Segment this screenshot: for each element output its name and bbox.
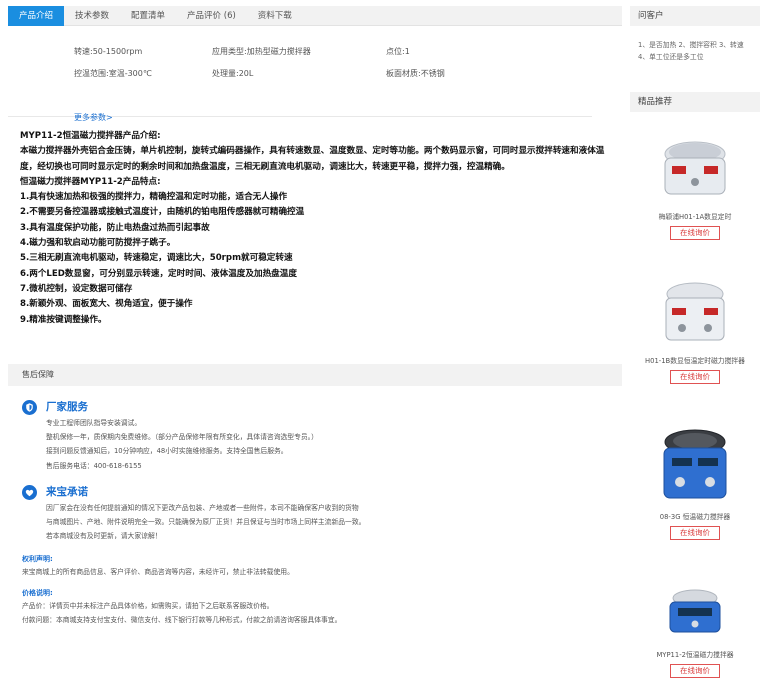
product-image[interactable]	[650, 420, 740, 512]
spec-panel-material: 板面材质:不锈钢	[386, 68, 445, 78]
desc-paragraph: 本磁力搅拌器外壳铝合金压铸，单片机控制，旋转式编码器操作，具有转速数显、温度数显…	[20, 146, 605, 172]
desc-feature: 4.磁力强和软启动功能可防搅拌子跳子。	[20, 238, 176, 249]
desc-feature: 7.微机控制，设定数据可储存	[20, 283, 133, 294]
promise-line: 若本商城没有及时更新，请大家谅解！	[46, 532, 162, 541]
spec-row: 控温范围:室温-300℃ 处理量:20L 板面材质:不锈钢	[74, 62, 622, 84]
factory-service-title: 厂家服务	[46, 401, 88, 413]
tab-reviews[interactable]: 产品评价 (6)	[176, 6, 247, 26]
ask-customer-header: 问客户	[630, 6, 760, 26]
price-statement: 价格说明: 产品价：详情页中并未标注产品具体价格，如需购买，请拍下之后联系客服改…	[8, 587, 622, 627]
spec-app-type: 应用类型:加热型磁力搅拌器	[212, 46, 311, 56]
inquire-button[interactable]: 在线询价	[670, 664, 720, 678]
promise-title: 来宝承诺	[46, 485, 88, 498]
recommend-header: 精品推荐	[630, 92, 760, 112]
inquire-button[interactable]: 在线询价	[670, 526, 720, 540]
tab-config-list[interactable]: 配置清单	[120, 6, 176, 26]
spec-summary: 转速:50-1500rpm 应用类型:加热型磁力搅拌器 点位:1 控温范围:室温…	[8, 26, 622, 123]
desc-feature: 9.精准按键调整操作。	[20, 314, 107, 325]
desc-feature: 1.具有快速加热和极强的搅拌力，精确控温和定时功能，适合无人操作	[20, 192, 288, 203]
product-detail-main: 产品介绍 技术参数 配置清单 产品评价 (6) 资料下载 转速:50-1500r…	[8, 6, 622, 328]
rights-title: 权利声明:	[22, 555, 53, 564]
desc-feature: 5.三相无刷直流电机驱动，转速稳定，调速比大，50rpm就可稳定转速	[20, 253, 293, 264]
spec-row: 转速:50-1500rpm 应用类型:加热型磁力搅拌器 点位:1	[74, 40, 622, 62]
product-name[interactable]: 08-3G 恒温磁力搅拌器	[630, 512, 760, 523]
spec-positions: 点位:1	[386, 46, 410, 56]
after-sales-section: 售后保障 厂家服务 专业工程师团队指导安装调试。 整机保修一年，质保期内免费维修…	[8, 364, 622, 627]
recommend-product[interactable]: H01-1B数显恒温定时磁力搅拌器 在线询价	[630, 268, 760, 384]
shield-icon	[22, 400, 37, 415]
tab-product-intro[interactable]: 产品介绍	[8, 6, 65, 26]
inquire-button[interactable]: 在线询价	[670, 226, 720, 240]
tab-downloads[interactable]: 资料下载	[247, 6, 303, 26]
spec-speed: 转速:50-1500rpm	[74, 46, 143, 56]
desc-feature: 2.不需要另备控温器或接触式温度计，由随机的铂电阻传感器就可精确控温	[20, 207, 305, 218]
heart-icon	[22, 484, 37, 500]
promise-line: 与商城图片、产地、附件说明完全一致。只能确保为原厂正货！并且保证与当时市场上同样…	[46, 518, 366, 527]
price-title: 价格说明:	[22, 589, 53, 598]
desc-feature: 8.新颖外观、面板宽大、视角适宜，便于操作	[20, 299, 193, 310]
desc-heading: MYP11-2恒温磁力搅拌器产品介绍:	[20, 131, 161, 141]
rights-statement: 权利声明: 来宝商城上的所有商品信息、客户评价、商品咨询等内容，未经许可，禁止非…	[8, 553, 622, 579]
more-params-link[interactable]: 更多参数>	[74, 112, 113, 123]
sidebar: 问客户 1、是否加热 2、搅拌容积 3、转速 4、单工位还是多工位 精品推荐	[630, 6, 760, 112]
product-image[interactable]	[650, 568, 740, 650]
detail-tabs: 产品介绍 技术参数 配置清单 产品评价 (6) 资料下载	[8, 6, 622, 26]
factory-service-line: 专业工程师团队指导安装调试。	[46, 419, 142, 427]
desc-feature: 6.两个LED数显窗，可分别显示转速，定时时间、液体温度及加热盘温度	[20, 268, 297, 279]
product-name[interactable]: MYP11-2恒温磁力搅拌器	[630, 650, 760, 661]
promise-line: 因厂家会在没有任何提前通知的情况下更改产品包装、产地或者一些附件，本司不能确保客…	[46, 503, 359, 512]
tab-tech-params[interactable]: 技术参数	[64, 6, 120, 26]
product-image[interactable]	[650, 268, 740, 356]
price-line: 产品价：详情页中并未标注产品具体价格，如需购买，请拍下之后联系客服改价格。	[22, 602, 274, 611]
after-sales-header: 售后保障	[8, 364, 622, 386]
product-name[interactable]: 梅颖浦H01-1A数显定时	[630, 212, 760, 223]
factory-service: 厂家服务 专业工程师团队指导安装调试。 整机保修一年，质保期内免费维修。（部分产…	[8, 398, 622, 473]
spec-temp-range: 控温范围:室温-300℃	[74, 68, 152, 78]
desc-features-heading: 恒温磁力搅拌器MYP11-2产品特点:	[20, 176, 161, 187]
recommend-product[interactable]: 梅颖浦H01-1A数显定时 在线询价	[630, 122, 760, 240]
product-description: MYP11-2恒温磁力搅拌器产品介绍: 本磁力搅拌器外壳铝合金压铸，单片机控制，…	[8, 117, 622, 328]
desc-feature: 3.具有温度保护功能，防止电热盘过热而引起事故	[20, 222, 210, 233]
rights-line: 来宝商城上的所有商品信息、客户评价、商品咨询等内容，未经许可，禁止非法转载使用。	[22, 568, 294, 577]
inquire-button[interactable]: 在线询价	[670, 370, 720, 384]
spec-capacity: 处理量:20L	[212, 68, 254, 78]
product-image[interactable]	[650, 122, 740, 212]
factory-service-line: 接到问题反馈通知后，10分钟响应，48小时实施维修服务。支持全国售后服务。	[46, 447, 288, 456]
recommend-product[interactable]: MYP11-2恒温磁力搅拌器 在线询价	[630, 568, 760, 678]
laibao-promise: 来宝承诺 因厂家会在没有任何提前通知的情况下更改产品包装、产地或者一些附件，本司…	[8, 483, 622, 544]
payment-line: 付款问题：本商城支持支付宝支付、微信支付、线下银行打款等几种形式，付款之前请咨询…	[22, 616, 342, 625]
ask-customer-text: 1、是否加热 2、搅拌容积 3、转速 4、单工位还是多工位	[638, 41, 744, 61]
recommend-product[interactable]: 08-3G 恒温磁力搅拌器 在线询价	[630, 420, 760, 540]
factory-service-phone: 售后服务电话：400-618-6155	[46, 461, 142, 470]
factory-service-line: 整机保修一年，质保期内免费维修。（部分产品保修年限有所变化，具体请咨询选型专员。…	[46, 433, 318, 442]
product-name[interactable]: H01-1B数显恒温定时磁力搅拌器	[630, 356, 760, 367]
